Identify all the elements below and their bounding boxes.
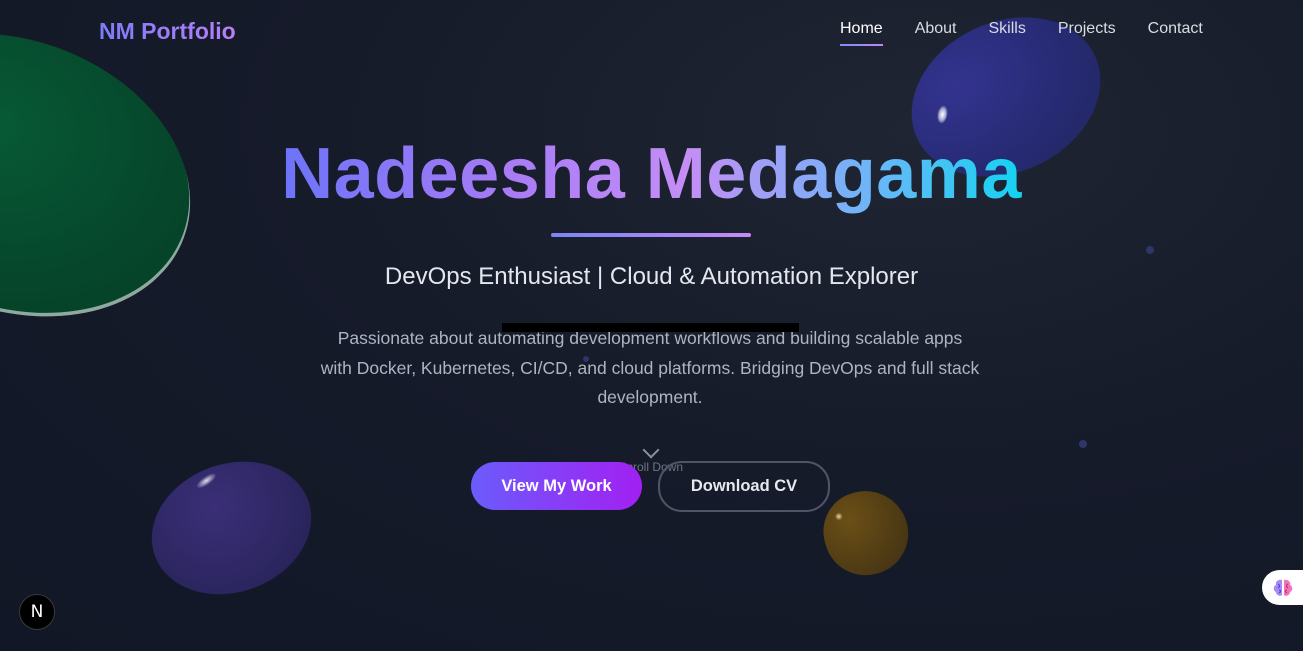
decorative-purple-blob [133,439,330,617]
nav-item-skills[interactable]: Skills [989,20,1026,44]
chevron-down-icon [642,441,660,459]
hero-name-text: Nadeesha Medagama [281,134,1022,214]
brain-icon [1273,579,1293,596]
brand-logo[interactable]: NM Portfolio [99,18,236,45]
nextjs-dev-badge[interactable]: N [19,594,55,630]
nav-item-about[interactable]: About [915,20,957,44]
download-cv-button[interactable]: Download CV [658,461,830,512]
hero-name: Nadeesha Medagama [0,133,1303,215]
decorative-dot [1146,246,1154,254]
hero-description: Passionate about automating development … [320,328,980,407]
main-nav: Home About Skills Projects Contact [840,20,1203,46]
portfolio-page: NM Portfolio Home About Skills Projects … [0,0,1303,651]
nextjs-logo-icon: N [30,602,44,622]
nav-item-contact[interactable]: Contact [1148,20,1203,44]
hero-tagline: DevOps Enthusiast | Cloud & Automation E… [384,263,919,290]
assistant-widget[interactable] [1262,570,1303,605]
decorative-amber-blob [814,481,918,585]
title-underline [551,233,751,237]
view-my-work-button[interactable]: View My Work [471,462,642,510]
redaction-bar [502,323,799,332]
decorative-dot [1079,440,1087,448]
nav-item-projects[interactable]: Projects [1058,20,1116,44]
nav-item-home[interactable]: Home [840,20,883,46]
